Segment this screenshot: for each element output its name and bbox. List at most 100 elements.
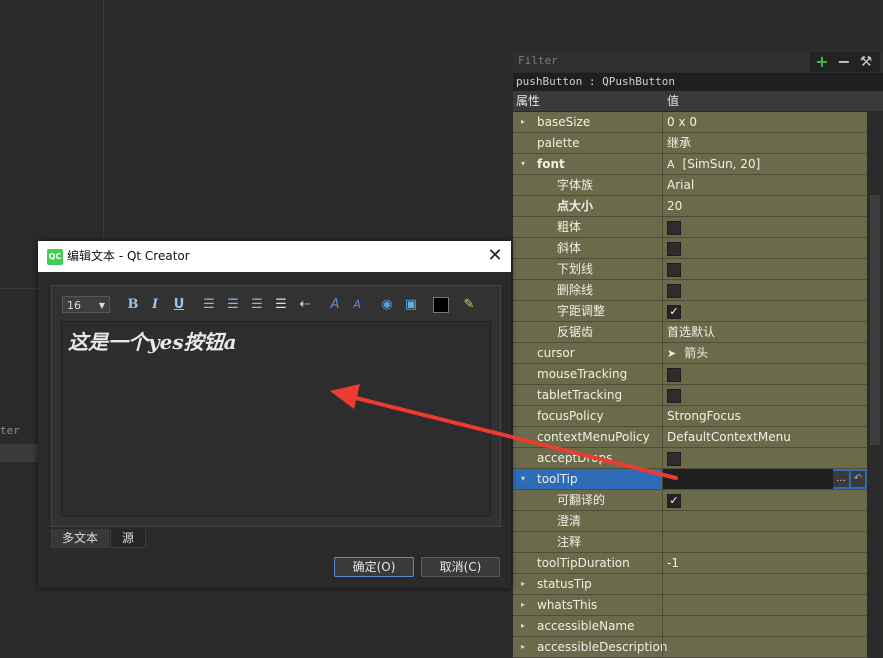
property-value[interactable] (663, 595, 667, 615)
property-row[interactable]: 斜体 (513, 238, 867, 259)
property-value[interactable]: ✓ (663, 490, 681, 510)
property-row[interactable]: palette 继承 (513, 133, 867, 154)
color-button[interactable] (432, 296, 450, 314)
property-row[interactable]: ▸ baseSize 0 x 0 (513, 112, 867, 133)
property-value[interactable]: Arial (663, 175, 694, 195)
property-row[interactable]: cursor ➤ 箭头 (513, 343, 867, 364)
property-row[interactable]: 注释 (513, 532, 867, 553)
minus-icon[interactable]: − (834, 52, 854, 72)
property-checkbox[interactable] (667, 220, 681, 235)
expand-right-icon[interactable]: ▸ (521, 637, 525, 657)
property-value[interactable] (663, 364, 681, 384)
property-value[interactable]: Α [SimSun, 20] (663, 154, 760, 174)
property-row[interactable]: 澄清 (513, 511, 867, 532)
property-row[interactable]: toolTipDuration -1 (513, 553, 867, 574)
property-row[interactable]: ▾ toolTip... ↶ (513, 469, 867, 490)
property-value[interactable] (663, 637, 667, 657)
property-row[interactable]: ▸ whatsThis (513, 595, 867, 616)
property-checkbox[interactable] (667, 388, 681, 403)
property-row[interactable]: contextMenuPolicy DefaultContextMenu (513, 427, 867, 448)
italic-button[interactable]: I (146, 296, 164, 314)
property-row[interactable]: 下划线 (513, 259, 867, 280)
simplify-html-icon[interactable]: ✎ (460, 296, 478, 314)
ellipsis-button[interactable]: ... (833, 471, 849, 487)
font-size-select[interactable]: 16 ▼ (62, 296, 110, 313)
ok-button[interactable]: 确定(O) (334, 557, 414, 577)
tab-source[interactable]: 源 (110, 529, 146, 548)
property-value[interactable]: 继承 (663, 133, 691, 153)
property-row[interactable]: 字距调整 ✓ (513, 301, 867, 322)
wrench-icon[interactable]: ⚒ (856, 52, 876, 72)
property-value[interactable] (663, 385, 681, 405)
property-row[interactable]: 粗体 (513, 217, 867, 238)
align-center-button[interactable]: ☰ (224, 296, 242, 314)
property-row[interactable]: 反锯齿 首选默认 (513, 322, 867, 343)
property-value[interactable] (663, 259, 681, 279)
expand-right-icon[interactable]: ▸ (521, 595, 525, 615)
text-edit-area[interactable]: 这是一个yes按钮a (61, 321, 491, 517)
align-left-button[interactable]: ☰ (200, 296, 218, 314)
property-checkbox[interactable]: ✓ (667, 304, 681, 319)
property-value[interactable]: ✓ (663, 301, 681, 321)
plus-icon[interactable]: + (812, 52, 832, 72)
property-value[interactable] (663, 574, 667, 594)
header-property[interactable]: 属性 (516, 91, 540, 111)
property-checkbox[interactable]: ✓ (667, 493, 681, 508)
property-row[interactable]: ▸ accessibleName (513, 616, 867, 637)
expand-down-icon[interactable]: ▾ (521, 469, 525, 489)
property-value[interactable]: ➤ 箭头 (663, 343, 708, 363)
align-right-button[interactable]: ☰ (248, 296, 266, 314)
decrease-size-button[interactable]: A (348, 296, 366, 314)
property-value[interactable] (663, 616, 667, 636)
header-value[interactable]: 值 (667, 91, 679, 111)
property-value[interactable]: StrongFocus (663, 406, 741, 426)
property-row[interactable]: 可翻译的 ✓ (513, 490, 867, 511)
property-row[interactable]: 删除线 (513, 280, 867, 301)
image-icon[interactable]: ▣ (402, 296, 420, 314)
tab-rich-text[interactable]: 多文本 (51, 529, 109, 548)
property-value[interactable] (663, 448, 681, 468)
rtl-button[interactable]: ⇠ (296, 296, 314, 314)
underline-button[interactable]: U (170, 296, 188, 314)
increase-size-button[interactable]: A (326, 296, 344, 314)
scrollbar-thumb[interactable] (870, 195, 880, 445)
property-checkbox[interactable] (667, 283, 681, 298)
property-name: 粗体 (557, 220, 582, 234)
property-checkbox[interactable] (667, 241, 681, 256)
property-checkbox[interactable] (667, 262, 681, 277)
expand-right-icon[interactable]: ▸ (521, 574, 525, 594)
property-value[interactable]: -1 (663, 553, 679, 573)
property-row[interactable]: ▾ font Α [SimSun, 20] (513, 154, 867, 175)
property-value[interactable]: 20 (663, 196, 682, 216)
filter-input[interactable]: Filter (515, 52, 808, 70)
expand-right-icon[interactable]: ▸ (521, 616, 525, 636)
property-row[interactable]: 字体族 Arial (513, 175, 867, 196)
property-value[interactable]: 0 x 0 (663, 112, 697, 132)
property-value[interactable] (663, 511, 667, 531)
expand-down-icon[interactable]: ▾ (521, 154, 525, 174)
bold-button[interactable]: B (124, 296, 142, 314)
property-row[interactable]: 点大小 20 (513, 196, 867, 217)
property-row[interactable]: ▸ accessibleDescription (513, 637, 867, 658)
property-checkbox[interactable] (667, 451, 681, 466)
property-value[interactable] (663, 217, 681, 237)
property-value[interactable] (663, 532, 667, 552)
property-value[interactable] (663, 469, 833, 489)
property-value[interactable] (663, 280, 681, 300)
property-row[interactable]: ▸ statusTip (513, 574, 867, 595)
font-size-value: 16 (67, 299, 81, 312)
close-icon[interactable]: ✕ (484, 245, 506, 267)
property-value[interactable]: DefaultContextMenu (663, 427, 791, 447)
property-value[interactable] (663, 238, 681, 258)
property-row[interactable]: focusPolicy StrongFocus (513, 406, 867, 427)
property-row[interactable]: mouseTracking (513, 364, 867, 385)
cancel-button[interactable]: 取消(C) (421, 557, 500, 577)
link-icon[interactable]: ◉ (378, 296, 396, 314)
reset-icon[interactable]: ↶ (851, 471, 865, 487)
property-row[interactable]: tabletTracking (513, 385, 867, 406)
property-row[interactable]: acceptDrops (513, 448, 867, 469)
property-value[interactable]: 首选默认 (663, 322, 715, 342)
justify-button[interactable]: ☰ (272, 296, 290, 314)
expand-right-icon[interactable]: ▸ (521, 112, 525, 132)
property-checkbox[interactable] (667, 367, 681, 382)
